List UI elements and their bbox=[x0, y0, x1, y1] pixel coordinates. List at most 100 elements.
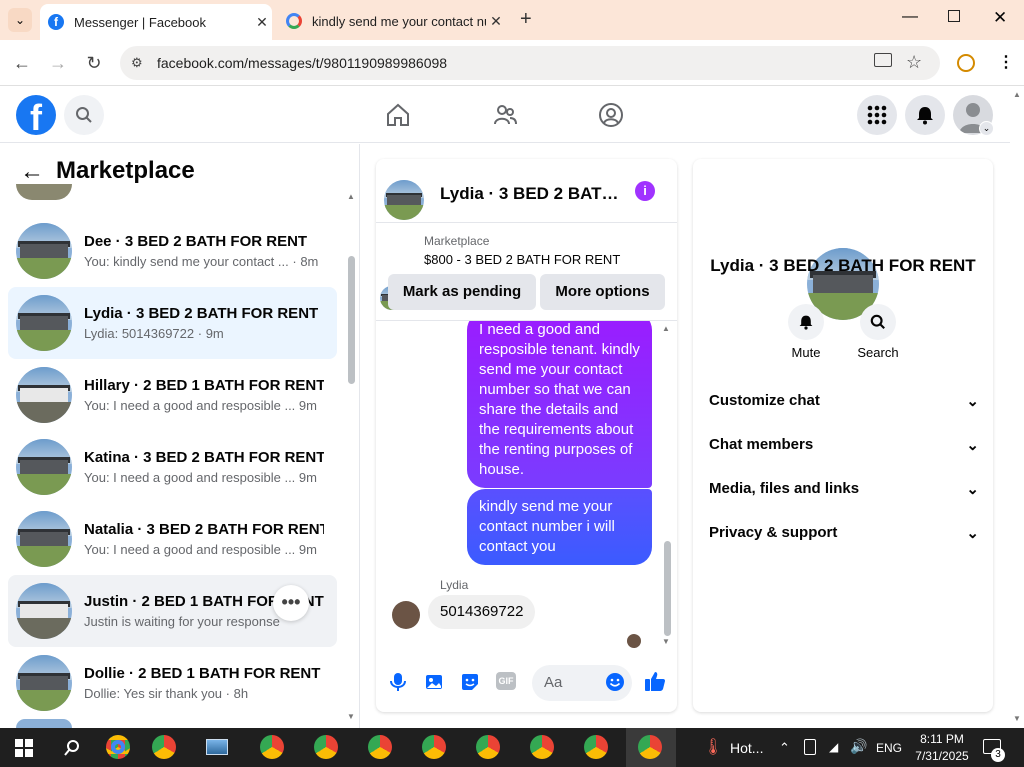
close-tab-icon[interactable]: ✕ bbox=[252, 14, 272, 31]
sent-message-bubble[interactable]: kindly send me your contact number i wil… bbox=[467, 489, 652, 565]
info-icon[interactable]: i bbox=[635, 181, 655, 201]
chrome-profile-taskbar-icon[interactable] bbox=[314, 735, 338, 759]
chrome-profile-taskbar-icon[interactable] bbox=[260, 735, 284, 759]
privacy-support-section[interactable]: Privacy & support ⌄ bbox=[709, 524, 979, 542]
more-options-button[interactable]: More options bbox=[540, 274, 665, 310]
back-arrow-icon[interactable]: ← bbox=[20, 158, 44, 186]
account-chevron-icon[interactable]: ⌄ bbox=[979, 121, 994, 136]
close-window-button[interactable]: ✕ bbox=[993, 8, 1007, 28]
browser-menu-icon[interactable]: ⋮ bbox=[998, 52, 1014, 72]
chrome-profile-taskbar-icon[interactable] bbox=[152, 735, 176, 759]
conversation-item[interactable]: Dollie · 2 BED 1 BATH FOR RENT Dollie: Ye… bbox=[8, 647, 337, 719]
facebook-logo-icon[interactable]: f bbox=[16, 95, 56, 138]
notifications-button[interactable] bbox=[905, 95, 945, 135]
profile-icon[interactable] bbox=[957, 54, 975, 72]
search-chat-button[interactable] bbox=[860, 304, 896, 340]
list-scrollbar-thumb[interactable] bbox=[348, 256, 355, 384]
conversation-item[interactable]: Natalia · 3 BED 2 BATH FOR RENT You: I ne… bbox=[8, 503, 337, 575]
home-nav-icon[interactable] bbox=[385, 102, 411, 131]
chrome-taskbar-icon[interactable] bbox=[106, 735, 130, 759]
chrome-profile-taskbar-icon[interactable] bbox=[476, 735, 500, 759]
windows-start-icon[interactable] bbox=[15, 739, 33, 760]
like-thumb-icon[interactable] bbox=[644, 670, 666, 695]
page-scroll-up-arrow[interactable]: ▲ bbox=[1013, 90, 1021, 99]
conversation-name: Lydia · 3 BED 2 BATH FOR RENT bbox=[84, 305, 319, 322]
friends-nav-icon[interactable] bbox=[492, 102, 518, 131]
customize-chat-section[interactable]: Customize chat ⌄ bbox=[709, 392, 979, 410]
thermometer-icon: 🌡 bbox=[703, 739, 724, 756]
conversation-time: 9m bbox=[298, 398, 317, 413]
conversation-options-button[interactable]: ••• bbox=[273, 585, 309, 621]
mute-button[interactable] bbox=[788, 304, 824, 340]
minimize-button[interactable]: — bbox=[902, 8, 918, 26]
language-indicator[interactable]: ENG bbox=[876, 741, 902, 755]
conversation-name: Hillary · 2 BED 1 BATH FOR RENT bbox=[84, 377, 324, 394]
scroll-down-arrow[interactable]: ▼ bbox=[662, 637, 670, 646]
search-icon bbox=[870, 314, 885, 329]
sticker-icon[interactable] bbox=[460, 672, 480, 695]
groups-nav-icon[interactable] bbox=[598, 102, 624, 131]
bookmark-star-icon[interactable]: ☆ bbox=[906, 52, 922, 73]
forward-button[interactable]: → bbox=[45, 50, 71, 76]
search-label: Search bbox=[857, 345, 899, 360]
chat-scrollbar-thumb[interactable] bbox=[664, 541, 671, 636]
site-settings-icon[interactable]: ⚙ bbox=[131, 55, 143, 71]
url-text[interactable]: facebook.com/messages/t/9801190989986098 bbox=[157, 55, 447, 71]
mute-label: Mute bbox=[791, 345, 821, 360]
chat-title[interactable]: Lydia · 3 BED 2 BATH... bbox=[440, 184, 620, 204]
received-message-bubble[interactable]: 5014369722 bbox=[428, 595, 536, 629]
weather-text[interactable]: Hot... bbox=[730, 740, 763, 756]
media-files-links-section[interactable]: Media, files and links ⌄ bbox=[709, 480, 979, 498]
conversation-name: Dee · 3 BED 2 BATH FOR RENT bbox=[84, 233, 308, 250]
search-button[interactable] bbox=[64, 95, 104, 135]
microphone-icon[interactable] bbox=[389, 672, 407, 695]
scroll-up-arrow[interactable]: ▲ bbox=[662, 324, 670, 333]
gif-icon[interactable]: GIF bbox=[496, 672, 516, 690]
reply-sender: Lydia bbox=[440, 578, 469, 592]
search-icon bbox=[76, 107, 92, 123]
sender-avatar[interactable] bbox=[392, 601, 420, 629]
chat-avatar[interactable] bbox=[384, 180, 424, 220]
conversation-item[interactable]: Hillary · 2 BED 1 BATH FOR RENT You: I ne… bbox=[8, 359, 337, 431]
conversation-preview: You: I need a good and resposible ... bbox=[84, 470, 296, 485]
chrome-profile-taskbar-icon[interactable] bbox=[530, 735, 554, 759]
sent-message-bubble[interactable]: I need a good and resposible tenant. kin… bbox=[467, 321, 652, 488]
menu-grid-button[interactable] bbox=[857, 95, 897, 135]
conversation-thumbnail bbox=[16, 367, 72, 423]
tab-google-search[interactable]: kindly send me your contact nu ✕ bbox=[278, 6, 506, 36]
tray-chevron-icon[interactable]: ⌃ bbox=[779, 740, 790, 756]
clock-time[interactable]: 8:11 PM bbox=[912, 732, 972, 746]
emoji-icon[interactable] bbox=[605, 672, 625, 695]
conversation-name: Dollie · 2 BED 1 BATH FOR RENT bbox=[84, 665, 321, 682]
back-button[interactable]: ← bbox=[9, 50, 35, 76]
chrome-profile-taskbar-icon[interactable] bbox=[368, 735, 392, 759]
mark-pending-button[interactable]: Mark as pending bbox=[388, 274, 536, 310]
chrome-profile-taskbar-icon[interactable] bbox=[422, 735, 446, 759]
wifi-icon[interactable]: ◢ bbox=[829, 740, 838, 754]
taskbar-search-icon[interactable] bbox=[63, 739, 81, 760]
page-scroll-down-arrow[interactable]: ▼ bbox=[1013, 714, 1021, 723]
chrome-profile-taskbar-icon[interactable] bbox=[584, 735, 608, 759]
photo-icon[interactable] bbox=[424, 672, 444, 695]
chat-members-section[interactable]: Chat members ⌄ bbox=[709, 436, 979, 454]
photos-taskbar-icon[interactable] bbox=[206, 739, 228, 755]
tray-device-icon[interactable] bbox=[804, 739, 816, 755]
conversation-time: 9m bbox=[298, 470, 317, 485]
tab-messenger[interactable]: f Messenger | Facebook ✕ bbox=[40, 4, 272, 40]
conversation-preview: You: I need a good and resposible ... bbox=[84, 542, 296, 557]
scroll-down-arrow[interactable]: ▼ bbox=[347, 712, 355, 721]
tab-search-button[interactable]: ⌄ bbox=[8, 8, 32, 32]
new-tab-button[interactable]: + bbox=[520, 8, 532, 31]
scroll-up-arrow[interactable]: ▲ bbox=[347, 192, 355, 201]
clock-date[interactable]: 7/31/2025 bbox=[906, 749, 978, 763]
close-tab-icon[interactable]: ✕ bbox=[486, 13, 506, 30]
chrome-profile-taskbar-icon[interactable] bbox=[638, 735, 662, 759]
reload-button[interactable]: ↻ bbox=[81, 50, 107, 76]
conversation-item[interactable]: Dee · 3 BED 2 BATH FOR RENT You: kindly s… bbox=[8, 215, 337, 287]
conversation-item[interactable]: Katina · 3 BED 2 BATH FOR RENT You: I nee… bbox=[8, 431, 337, 503]
install-app-icon[interactable] bbox=[874, 53, 892, 67]
volume-icon[interactable]: 🔊 bbox=[850, 738, 867, 755]
listing-text[interactable]: $800 - 3 BED 2 BATH FOR RENT bbox=[424, 252, 620, 267]
conversation-item[interactable]: Lydia · 3 BED 2 BATH FOR RENT Lydia: 5014… bbox=[8, 287, 337, 359]
restore-button[interactable] bbox=[948, 10, 960, 22]
